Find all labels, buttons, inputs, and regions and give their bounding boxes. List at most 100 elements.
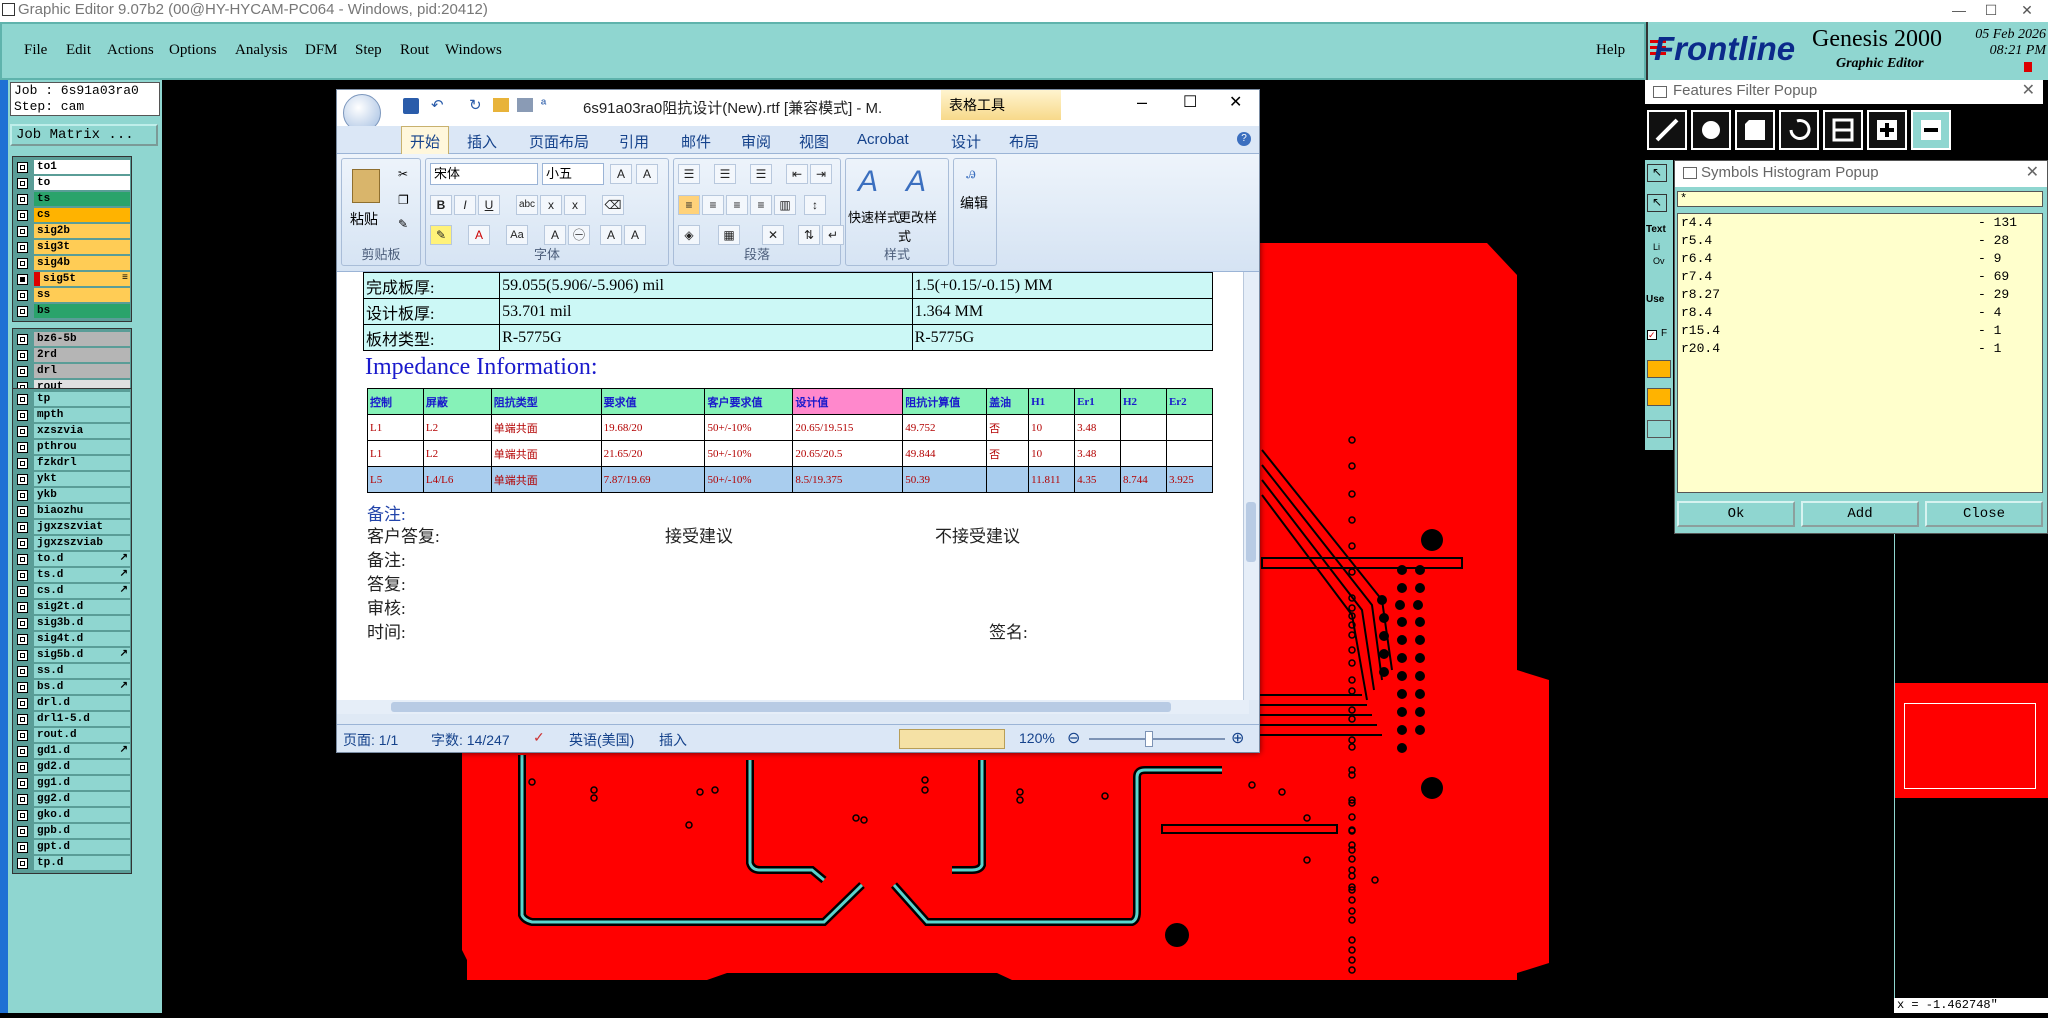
layer-row[interactable]: bs.d ↗ bbox=[14, 679, 130, 695]
show-marks-icon[interactable]: ↵ bbox=[822, 225, 844, 245]
histogram-row[interactable]: r15.4 - 1 bbox=[1678, 322, 2042, 340]
layer-name[interactable]: sig2t.d bbox=[34, 600, 130, 614]
layer-checkbox[interactable] bbox=[17, 349, 28, 361]
edit-label[interactable]: 编辑 bbox=[960, 193, 988, 213]
layer-name[interactable]: ykb bbox=[34, 488, 130, 502]
layer-row[interactable]: gd1.d ↗ bbox=[14, 743, 130, 759]
layer-row[interactable]: ts bbox=[14, 191, 130, 207]
layer-row[interactable]: sig3b.d bbox=[14, 615, 130, 631]
layer-checkbox[interactable] bbox=[17, 425, 28, 437]
layer-row[interactable]: cs bbox=[14, 207, 130, 223]
bold-button[interactable]: B bbox=[430, 195, 452, 215]
layer-row[interactable]: sig3t bbox=[14, 239, 130, 255]
layer-name[interactable]: jgxzszviat bbox=[34, 520, 130, 534]
tab-home[interactable]: 开始 bbox=[401, 126, 450, 154]
chinese-layout-icon[interactable]: ✕ bbox=[762, 225, 784, 245]
histogram-row[interactable]: r6.4 - 9 bbox=[1678, 250, 2042, 268]
negative-polarity-icon[interactable] bbox=[1911, 110, 1951, 150]
strike-button[interactable]: abc bbox=[516, 195, 538, 215]
layer-row[interactable]: tp.d bbox=[14, 855, 130, 871]
impedance-row[interactable]: L1 L2 单端共面 19.68/20 50+/-10% 20.65/19.515 49.7… bbox=[367, 414, 1214, 441]
impedance-cell[interactable]: 49.752 bbox=[902, 414, 988, 441]
layer-name[interactable]: to bbox=[34, 176, 130, 190]
layer-checkbox[interactable] bbox=[17, 777, 28, 789]
layer-name[interactable]: gko.d bbox=[34, 808, 130, 822]
layer-checkbox[interactable] bbox=[17, 617, 28, 629]
layer-checkbox[interactable] bbox=[17, 489, 28, 501]
impedance-cell[interactable]: 单端共面 bbox=[490, 440, 602, 467]
impedance-header-cell[interactable]: Er2 bbox=[1165, 388, 1214, 415]
impedance-cell[interactable]: 49.844 bbox=[902, 440, 988, 467]
impedance-cell[interactable] bbox=[986, 466, 1030, 493]
align-left-icon[interactable]: ≡ bbox=[678, 195, 700, 215]
layer-name[interactable]: sig3t bbox=[34, 240, 130, 254]
color-swatch-3[interactable] bbox=[1647, 420, 1671, 438]
align-right-icon[interactable]: ≡ bbox=[726, 195, 748, 215]
layer-row[interactable]: ykb bbox=[14, 487, 130, 503]
word-close[interactable]: ✕ bbox=[1229, 92, 1242, 112]
undo-icon[interactable]: ↶ bbox=[431, 96, 444, 114]
layer-checkbox[interactable] bbox=[17, 569, 28, 581]
word-count[interactable]: 字数: 14/247 bbox=[431, 730, 510, 750]
impedance-header-cell[interactable]: 屏蔽 bbox=[422, 388, 492, 415]
layer-name[interactable]: biaozhu bbox=[34, 504, 130, 518]
layer-row[interactable]: pthrou bbox=[14, 439, 130, 455]
menu-edit[interactable]: Edit bbox=[66, 42, 91, 59]
layer-name[interactable]: to.d ↗ bbox=[34, 552, 130, 566]
layer-name[interactable]: gg1.d bbox=[34, 776, 130, 790]
impedance-header-cell[interactable]: 客户要求值 bbox=[704, 388, 794, 415]
impedance-cell[interactable] bbox=[1120, 414, 1167, 441]
layer-checkbox[interactable] bbox=[17, 649, 28, 661]
layer-row[interactable]: sig4b bbox=[14, 255, 130, 271]
word-maximize[interactable]: ☐ bbox=[1183, 92, 1197, 112]
impedance-cell[interactable]: 3.48 bbox=[1074, 414, 1121, 441]
menu-step[interactable]: Step bbox=[355, 42, 382, 59]
impedance-row[interactable]: L5 L4/L6 单端共面 7.87/19.69 50+/-10% 8.5/19.375 5… bbox=[367, 466, 1214, 493]
job-matrix-button[interactable]: Job Matrix ... bbox=[10, 124, 158, 146]
impedance-header-cell[interactable]: 阻抗类型 bbox=[490, 388, 602, 415]
layer-checkbox[interactable] bbox=[17, 305, 28, 317]
layer-row[interactable]: sig2b bbox=[14, 223, 130, 239]
tab-view[interactable]: 视图 bbox=[799, 131, 829, 152]
grow-icon[interactable]: A bbox=[600, 225, 622, 245]
layer-row[interactable]: ss.d bbox=[14, 663, 130, 679]
surface-tool-icon[interactable] bbox=[1735, 110, 1775, 150]
impedance-header-cell[interactable]: H2 bbox=[1120, 388, 1167, 415]
layer-checkbox[interactable] bbox=[17, 365, 28, 377]
layer-row[interactable]: sig5b.d ↗ bbox=[14, 647, 130, 663]
impedance-cell[interactable]: 20.65/20.5 bbox=[792, 440, 904, 467]
menu-analysis[interactable]: Analysis bbox=[235, 42, 288, 59]
layer-name[interactable]: bz6-5b bbox=[34, 332, 130, 346]
layer-name[interactable]: ss.d bbox=[34, 664, 130, 678]
shrink-font-icon[interactable]: A bbox=[636, 164, 658, 184]
impedance-cell[interactable]: 19.68/20 bbox=[600, 414, 706, 441]
font-color-icon[interactable]: A bbox=[468, 225, 490, 245]
layer-name[interactable]: gg2.d bbox=[34, 792, 130, 806]
table-cell[interactable]: 设计板厚: bbox=[362, 298, 501, 325]
layer-checkbox[interactable] bbox=[17, 553, 28, 565]
impedance-header-cell[interactable]: 设计值 bbox=[792, 388, 904, 415]
impedance-cell[interactable]: 4.35 bbox=[1074, 466, 1121, 493]
layer-name[interactable]: 2rd bbox=[34, 348, 130, 362]
layer-name[interactable]: gpt.d bbox=[34, 840, 130, 854]
layer-row[interactable]: ss bbox=[14, 287, 130, 303]
histogram-row[interactable]: r8.4 - 4 bbox=[1678, 304, 2042, 322]
layer-name[interactable]: tp.d bbox=[34, 856, 130, 870]
layer-name[interactable]: ykt bbox=[34, 472, 130, 486]
layer-row[interactable]: to.d ↗ bbox=[14, 551, 130, 567]
menu-help[interactable]: Help bbox=[1596, 42, 1625, 59]
layer-checkbox[interactable] bbox=[17, 713, 28, 725]
zoom-out-icon[interactable]: ⊖ bbox=[1067, 728, 1080, 748]
histogram-row[interactable]: r4.4 - 131 bbox=[1678, 214, 2042, 232]
quick-styles-icon[interactable]: A bbox=[858, 165, 878, 199]
layer-row[interactable]: bz6-5b bbox=[14, 331, 130, 347]
layer-checkbox[interactable] bbox=[17, 521, 28, 533]
layer-checkbox[interactable] bbox=[17, 537, 28, 549]
impedance-cell[interactable]: 单端共面 bbox=[490, 414, 602, 441]
impedance-header-cell[interactable]: 要求值 bbox=[600, 388, 706, 415]
layer-row[interactable]: rout.d bbox=[14, 727, 130, 743]
layer-name[interactable]: ts.d ↗ bbox=[34, 568, 130, 582]
maximize-button[interactable]: ☐ bbox=[1976, 0, 2006, 20]
checkbox[interactable]: ✓ bbox=[1647, 330, 1657, 340]
histogram-list[interactable]: r4.4 - 131 r5.4 - 28 r6.4 - 9 r7.4 - 69 r8.27 - 2… bbox=[1677, 213, 2043, 493]
